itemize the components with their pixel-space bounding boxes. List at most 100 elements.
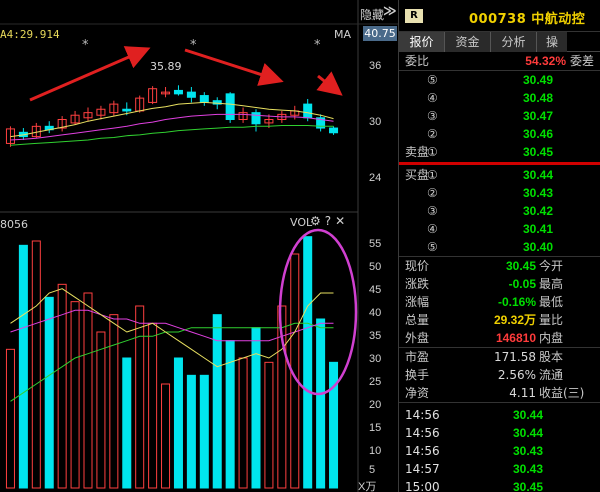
volume-axis-label: 5: [369, 464, 376, 476]
tick-row: 14:56 30.43: [405, 444, 544, 458]
collapse-panel-icon[interactable]: ≫: [383, 4, 397, 19]
volume-bar: [316, 318, 326, 489]
tab-more[interactable]: 操: [537, 32, 567, 52]
price-axis-label: 36: [369, 60, 382, 72]
buy-order-row[interactable]: 买盘 ① 30.44: [399, 166, 600, 184]
tab-quote[interactable]: 报价: [399, 32, 445, 52]
stat-row: 净资 4.11 收益(三): [405, 386, 585, 400]
volume-axis-label: 50: [369, 261, 382, 273]
volume-bar: [264, 361, 274, 489]
volume-axis-label: 10: [369, 445, 382, 457]
quote-row: 外盘 146810 内盘: [405, 331, 564, 345]
r-badge[interactable]: R: [405, 9, 423, 23]
price-axis-label: 30: [369, 116, 382, 128]
hide-button[interactable]: 隐藏: [360, 6, 384, 23]
chart-area: 隐藏 ≫ A4:29.914 MA 40.75 35.89 36 30 24 *…: [0, 0, 398, 492]
volume-left-label: 8056: [0, 218, 28, 231]
stock-title: 000738 中航动控: [469, 12, 586, 27]
sell-order-row[interactable]: ③ 30.47: [399, 107, 600, 125]
candle-body: [303, 103, 313, 119]
star-marker-icon: *: [314, 38, 321, 53]
down-trend-arrow: [316, 71, 343, 96]
quote-row: 涨跌 -0.05 最高: [405, 277, 564, 291]
volume-axis-label: 45: [369, 284, 382, 296]
close-icon[interactable]: ✕: [335, 214, 349, 228]
bid-ask-separator: [399, 162, 600, 165]
volume-bar: [186, 374, 196, 489]
sell-order-row[interactable]: ⑤ 30.49: [399, 71, 600, 89]
volume-bar: [148, 322, 158, 489]
kline-chart-svg: [0, 0, 398, 492]
buy-orders: 买盘 ① 30.44 ② 30.43 ③ 30.42 ④ 30.41 ⑤ 30.40: [399, 166, 600, 256]
tick-row: 14:57 30.43: [405, 462, 544, 476]
star-marker-icon: *: [82, 38, 89, 53]
volume-bar: [238, 357, 248, 489]
buy-order-row[interactable]: ③ 30.42: [399, 202, 600, 220]
volume-bar: [83, 292, 93, 489]
tick-row: 14:56 30.44: [405, 408, 544, 422]
tab-analysis[interactable]: 分析: [491, 32, 537, 52]
sell-order-row[interactable]: 卖盘 ① 30.45: [399, 143, 600, 161]
ma-right-label: MA: [334, 28, 352, 41]
stat-row: 换手 2.56% 流通: [405, 368, 564, 382]
volume-axis-label: 15: [369, 422, 382, 434]
volume-bar: [44, 296, 54, 489]
buy-order-row[interactable]: ④ 30.41: [399, 220, 600, 238]
buy-order-row[interactable]: ② 30.43: [399, 184, 600, 202]
volume-bar: [329, 361, 339, 489]
volume-unit-label: X万: [358, 481, 377, 492]
volume-axis-label: 35: [369, 330, 382, 342]
quote-row: 现价 30.45 今开: [405, 259, 564, 273]
current-price-marker: 40.75: [363, 26, 397, 41]
volume-axis-label: 20: [369, 399, 382, 411]
tick-list: 14:56 30.44 14:56 30.44 14:56 30.43 14:57 30…: [399, 403, 600, 492]
volume-bar: [135, 305, 145, 489]
price-axis-label: 24: [369, 172, 382, 184]
tick-row: 15:00 30.45: [405, 480, 544, 492]
volume-bar: [96, 331, 106, 489]
volume-bar: [173, 357, 183, 489]
down-trend-arrow: [184, 48, 284, 86]
volume-bar: [5, 348, 15, 489]
panel-tabs: 报价 资金 分析 操: [399, 32, 600, 52]
volume-bar: [31, 240, 41, 489]
weicha-label: 委差: [569, 54, 594, 68]
volume-axis-label: 30: [369, 353, 382, 365]
tab-funds[interactable]: 资金: [445, 32, 491, 52]
volume-title: VOL: [290, 216, 313, 229]
sell-order-row[interactable]: ② 30.46: [399, 125, 600, 143]
quote-row: 总量 29.32万 量比: [405, 313, 564, 327]
fundamental-stats: 市盈 171.58 股本 换手 2.56% 流通 净资 4.11 收益(三): [399, 348, 600, 402]
candle-body: [186, 91, 196, 98]
candle-body: [199, 95, 209, 103]
volume-bar: [122, 357, 132, 489]
star-marker-icon: *: [190, 38, 197, 53]
help-icon[interactable]: ?: [325, 214, 335, 228]
sell-order-row[interactable]: ④ 30.48: [399, 89, 600, 107]
candle-body: [173, 89, 183, 95]
weibi-value: 54.32%: [525, 54, 566, 68]
quote-panel: R 000738 中航动控 报价 资金 分析 操 委比 54.32% 委差 ⑤3…: [398, 0, 600, 492]
sell-orders: ⑤ 30.49 ④ 30.48 ③ 30.47 ② 30.46 卖盘 ① 30.45: [399, 71, 600, 161]
volume-axis-label: 55: [369, 238, 382, 250]
volume-bar: [161, 383, 171, 489]
peak-price-label: 35.89: [150, 60, 182, 73]
quote-stats: 现价 30.45 今开 涨跌 -0.05 最高 涨幅 -0.16% 最低 总量 29.32万量…: [399, 257, 600, 347]
candle-body: [225, 93, 235, 120]
buy-order-row[interactable]: ⑤ 30.40: [399, 238, 600, 256]
price-ma-magenta-line: [10, 113, 334, 141]
volume-bar: [251, 327, 261, 489]
stock-header: R 000738 中航动控: [399, 0, 600, 32]
candle-body: [329, 127, 339, 134]
quote-row: 涨幅 -0.16% 最低: [405, 295, 564, 309]
ma-indicator-label: A4:29.914: [0, 28, 60, 41]
volume-bar: [303, 236, 313, 489]
stat-row: 市盈 171.58 股本: [405, 350, 564, 364]
weibi-label: 委比: [405, 54, 430, 68]
gear-icon[interactable]: ⚙: [310, 214, 325, 228]
up-trend-arrow: [29, 46, 151, 102]
volume-bar: [18, 244, 28, 489]
volume-bar: [70, 301, 80, 489]
candle-body: [251, 112, 261, 125]
weibi-row: 委比 54.32% 委差: [399, 52, 600, 70]
